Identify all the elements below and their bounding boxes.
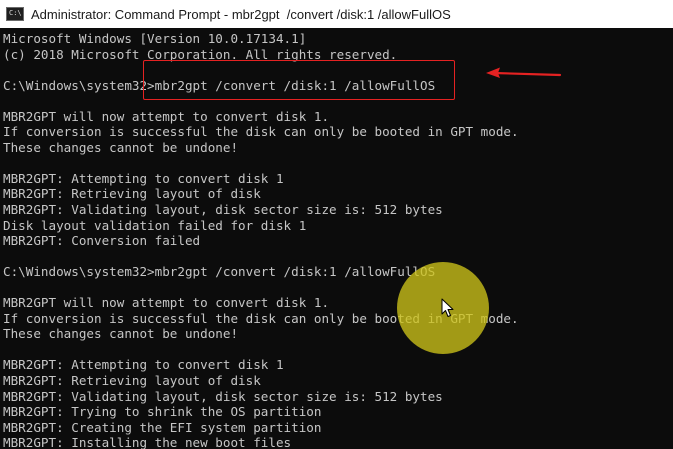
console-line: MBR2GPT: Installing the new boot files: [3, 435, 292, 449]
console-line: These changes cannot be undone!: [3, 326, 239, 342]
console-line: MBR2GPT: Validating layout, disk sector …: [3, 388, 443, 404]
console-line: If conversion is successful the disk can…: [3, 124, 519, 140]
command-prompt-icon-glyph: C:\: [9, 9, 22, 17]
console-line: MBR2GPT: Attempting to convert disk 1: [3, 170, 284, 186]
console-line: MBR2GPT: Retrieving layout of disk: [3, 186, 261, 202]
console-command-line: C:\Windows\system32>mbr2gpt /convert /di…: [3, 264, 436, 280]
console-output[interactable]: Microsoft Windows [Version 10.0.17134.1]…: [3, 31, 673, 449]
console-line: MBR2GPT: Creating the EFI system partiti…: [3, 419, 322, 435]
console-line: MBR2GPT will now attempt to convert disk…: [3, 108, 330, 124]
console-line: MBR2GPT: Validating layout, disk sector …: [3, 202, 443, 218]
console-line: MBR2GPT will now attempt to convert disk…: [3, 295, 330, 311]
console-line: Disk layout validation failed for disk 1: [3, 217, 307, 233]
console-line: MBR2GPT: Conversion failed: [3, 233, 201, 249]
console-line: (c) 2018 Microsoft Corporation. All righ…: [3, 46, 398, 62]
window-title: Administrator: Command Prompt - mbr2gpt …: [31, 6, 451, 22]
command-prompt-icon: C:\: [6, 7, 24, 21]
console-line: MBR2GPT: Retrieving layout of disk: [3, 373, 261, 389]
console-line: MBR2GPT: Trying to shrink the OS partiti…: [3, 404, 322, 420]
console-line: If conversion is successful the disk can…: [3, 310, 519, 326]
console-command-line: C:\Windows\system32>mbr2gpt /convert /di…: [3, 77, 436, 93]
console-line: Microsoft Windows [Version 10.0.17134.1]: [3, 31, 307, 46]
console-line: MBR2GPT: Attempting to convert disk 1: [3, 357, 284, 373]
command-prompt-window: C:\ Administrator: Command Prompt - mbr2…: [0, 0, 673, 449]
console-line: These changes cannot be undone!: [3, 139, 239, 155]
title-bar[interactable]: C:\ Administrator: Command Prompt - mbr2…: [0, 0, 673, 28]
